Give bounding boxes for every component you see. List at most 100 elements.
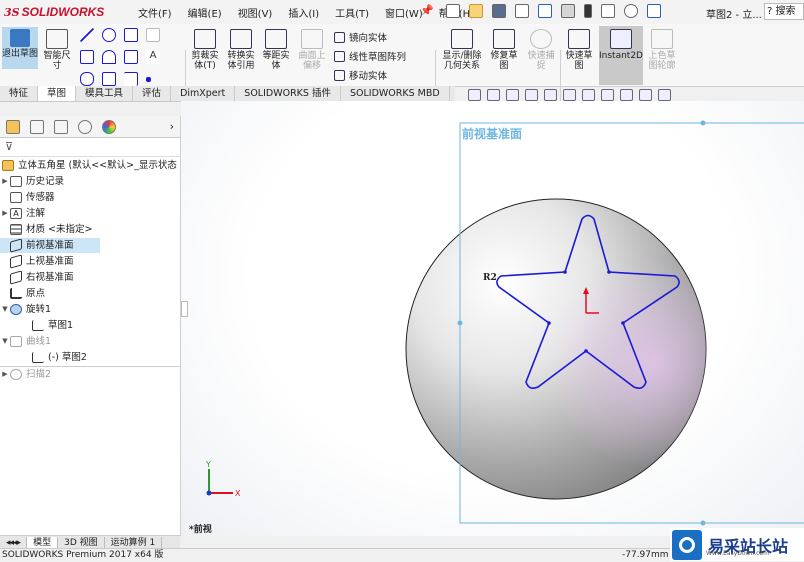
- tab-evaluate[interactable]: 评估: [133, 86, 172, 101]
- hide-show-items-icon[interactable]: [601, 89, 614, 101]
- file-properties-icon[interactable]: [601, 4, 615, 18]
- save-icon[interactable]: [492, 4, 506, 18]
- tree-item-annotations[interactable]: ▶ A 注解: [0, 206, 45, 221]
- offset-on-surface-button[interactable]: 曲面上偏移: [296, 29, 328, 71]
- plane-label[interactable]: 前视基准面: [462, 125, 522, 142]
- spline-icon[interactable]: [124, 28, 138, 42]
- exit-sketch-button[interactable]: 退出草图: [2, 27, 38, 69]
- smart-dimension-button[interactable]: 智能尺寸: [42, 29, 72, 71]
- expand-arrow-icon[interactable]: ▶: [0, 206, 10, 221]
- tree-item-sweep2[interactable]: ▶ 扫描2: [0, 367, 51, 382]
- zoom-to-area-icon[interactable]: [487, 89, 500, 101]
- tree-item-front-plane[interactable]: 前视基准面: [0, 238, 100, 253]
- collapse-arrow-icon[interactable]: ▼: [0, 334, 10, 349]
- tree-item-origin[interactable]: 原点: [0, 286, 45, 301]
- panel-splitter-handle[interactable]: [181, 301, 188, 317]
- linear-pattern-button[interactable]: 线性草图阵列: [334, 49, 406, 63]
- apply-scene-icon[interactable]: [639, 89, 652, 101]
- graphics-area[interactable]: Y X 前视基准面 R2 *前视: [181, 101, 804, 536]
- tab-mbd[interactable]: SOLIDWORKS MBD: [341, 86, 450, 101]
- fillet-icon[interactable]: [124, 72, 138, 86]
- convert-entities-button[interactable]: 转换实体引用: [225, 29, 257, 71]
- menu-file[interactable]: 文件(F): [130, 5, 180, 20]
- quick-snaps-button[interactable]: 快速捕捉: [526, 29, 556, 71]
- move-entities-button[interactable]: 移动实体: [334, 68, 387, 82]
- tree-item-right-plane[interactable]: 右视基准面: [0, 270, 74, 285]
- view-settings-icon[interactable]: [658, 89, 671, 101]
- plane-handle[interactable]: [700, 120, 706, 126]
- line-icon[interactable]: [80, 28, 94, 42]
- menu-insert[interactable]: 插入(I): [280, 5, 327, 20]
- instant2d-button[interactable]: Instant2D: [599, 26, 643, 85]
- menu-tools[interactable]: 工具(T): [327, 5, 377, 20]
- tab-motion-study[interactable]: 运动算例 1: [105, 536, 163, 549]
- undo-icon[interactable]: [538, 4, 552, 18]
- edit-appearance-icon[interactable]: [620, 89, 633, 101]
- tree-filter[interactable]: ⊽: [0, 138, 180, 157]
- tab-sketch[interactable]: 草图: [38, 86, 77, 101]
- menu-view[interactable]: 视图(V): [230, 5, 281, 20]
- tree-item-sketch1[interactable]: 草图1: [22, 318, 73, 333]
- feature-manager-icon[interactable]: [6, 119, 20, 134]
- tree-item-history[interactable]: ▶ 历史记录: [0, 174, 64, 189]
- plane-handle[interactable]: [700, 520, 706, 526]
- rapid-sketch-button[interactable]: 快速草图: [563, 29, 595, 71]
- shaded-sketch-contours-button[interactable]: 上色草图轮廓: [646, 29, 678, 71]
- display-style-icon[interactable]: [582, 89, 595, 101]
- arc-icon[interactable]: [102, 50, 116, 64]
- trim-entities-button[interactable]: 剪裁实体(T): [189, 29, 221, 71]
- expand-arrow-icon[interactable]: ▶: [0, 174, 10, 189]
- select-cursor-icon[interactable]: [561, 4, 575, 18]
- section-view-icon[interactable]: [525, 89, 538, 101]
- point-icon[interactable]: [102, 72, 116, 86]
- tree-root[interactable]: 立体五角星 (默认<<默认>_显示状态 1>: [0, 158, 194, 173]
- point-small-icon[interactable]: [146, 77, 151, 82]
- zoom-to-fit-icon[interactable]: [468, 89, 481, 101]
- traffic-light-icon[interactable]: [584, 4, 592, 18]
- previous-view-icon[interactable]: [506, 89, 519, 101]
- tree-item-revolve1[interactable]: ▼ 旋转1: [0, 302, 51, 317]
- collapse-arrow-icon[interactable]: ▼: [0, 302, 10, 317]
- tab-dimxpert[interactable]: DimXpert: [171, 86, 236, 101]
- tab-3d-views[interactable]: 3D 视图: [58, 536, 105, 549]
- pin-icon[interactable]: 📌: [420, 4, 434, 17]
- options-gear-icon[interactable]: [624, 4, 638, 18]
- tree-item-sensors[interactable]: 传感器: [0, 190, 55, 205]
- expand-arrow-icon[interactable]: ▶: [0, 367, 10, 382]
- mirror-entities-button[interactable]: 镜向实体: [334, 30, 387, 44]
- panel-expand-chevron-icon[interactable]: ›: [170, 120, 174, 133]
- plane-sketch-icon[interactable]: [146, 28, 160, 42]
- tree-item-sketch2[interactable]: (-) 草图2: [22, 350, 87, 365]
- display-relations-button[interactable]: 显示/删除几何关系: [440, 29, 484, 71]
- solidworks-logo[interactable]: 3S SOLIDWORKS: [4, 4, 104, 20]
- search-box[interactable]: ? 搜索: [764, 3, 804, 20]
- radius-dimension[interactable]: R2: [483, 273, 497, 283]
- print-icon[interactable]: [515, 4, 529, 18]
- configuration-manager-icon[interactable]: [54, 119, 68, 134]
- tree-item-curve1[interactable]: ▼ 曲线1: [0, 334, 51, 349]
- dynamic-annotation-icon[interactable]: [544, 89, 557, 101]
- tab-nav-arrows-icon[interactable]: ◂◂◂▸: [0, 536, 28, 549]
- rectangle-icon[interactable]: [80, 50, 94, 64]
- new-document-icon[interactable]: [446, 4, 460, 18]
- polygon-icon[interactable]: [124, 50, 138, 64]
- property-manager-icon[interactable]: [30, 119, 44, 134]
- view-orientation-icon[interactable]: [563, 89, 576, 101]
- display-manager-icon[interactable]: [102, 119, 116, 134]
- tab-model[interactable]: 模型: [27, 536, 59, 549]
- tree-item-material[interactable]: 材质 <未指定>: [0, 222, 92, 237]
- menu-edit[interactable]: 编辑(E): [180, 5, 230, 20]
- circle-icon[interactable]: [102, 28, 116, 42]
- offset-entities-button[interactable]: 等距实体: [260, 29, 292, 71]
- plane-handle[interactable]: [457, 320, 463, 326]
- rebuild-icon[interactable]: [647, 4, 661, 18]
- repair-sketch-button[interactable]: 修复草图: [488, 29, 520, 71]
- tab-mold-tools[interactable]: 模具工具: [76, 86, 134, 101]
- tab-features[interactable]: 特征: [0, 86, 39, 101]
- tree-item-top-plane[interactable]: 上视基准面: [0, 254, 74, 269]
- open-folder-icon[interactable]: [469, 4, 483, 18]
- slot-icon[interactable]: [80, 72, 94, 86]
- tab-addins[interactable]: SOLIDWORKS 插件: [235, 86, 341, 101]
- text-icon[interactable]: A: [146, 50, 160, 64]
- model-viewport[interactable]: Y X: [181, 101, 804, 536]
